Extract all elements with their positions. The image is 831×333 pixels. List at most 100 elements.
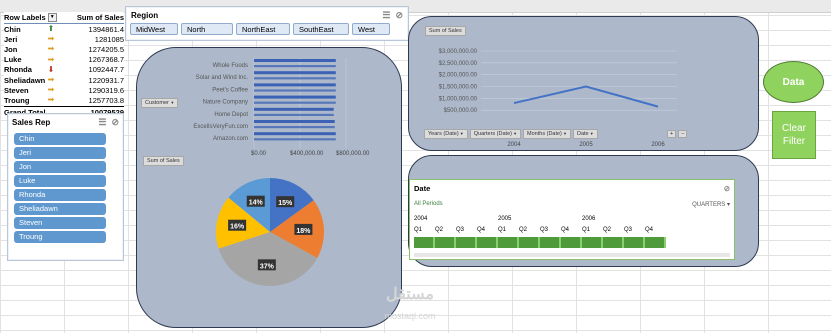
bar-category-label: Home Depot: [214, 112, 248, 118]
timeline-quarter[interactable]: Q2: [435, 227, 443, 233]
clear-filter-icon[interactable]: ⊘: [724, 184, 730, 193]
pivot-table: Row Labels ▼ Sum of Sales Chin ⬆ 1394861.4 J…: [4, 12, 124, 118]
date-timeline: Date ⊘ All Periods QUARTERS ▾ 2004 2005 200…: [409, 179, 735, 260]
bar: [254, 107, 334, 111]
sales-rep-slicer: Sales Rep ☰ ⊘ Chin Jeri Jon Luke Rhonda Shelia…: [7, 113, 124, 261]
sales-value: 1290319.6: [88, 85, 124, 95]
bar: [254, 77, 336, 80]
bar: [254, 113, 334, 116]
bar: [254, 59, 336, 62]
sales-value: 1274205.5: [88, 44, 124, 54]
down-arrow-icon: ⬇: [47, 64, 55, 74]
right-arrow-icon: ➡: [47, 44, 55, 54]
bar: [254, 83, 336, 87]
data-button[interactable]: Data: [763, 61, 824, 103]
bar-category-label: Whole Foods: [213, 63, 248, 69]
multi-select-icon[interactable]: ☰: [382, 10, 390, 21]
bar: [254, 120, 335, 123]
watermark-arabic: مستقل: [386, 286, 434, 303]
date-field-button[interactable]: Months (Date) ▼: [523, 129, 571, 139]
bar-x-tick: $0.00: [251, 151, 267, 157]
slicer-item-region[interactable]: SouthEast: [293, 23, 349, 35]
timeline-quarter[interactable]: Q1: [498, 227, 506, 233]
timeline-quarter[interactable]: Q1: [414, 227, 422, 233]
line-y-tick: $2,000,000.00: [439, 73, 478, 79]
row-labels-header: Row Labels: [4, 13, 46, 22]
date-field-button[interactable]: Years (Date) ▼: [424, 129, 468, 139]
pie-data-label: 14%: [249, 200, 264, 207]
expand-field-button[interactable]: +: [667, 130, 677, 138]
pie-data-label: 18%: [296, 228, 311, 235]
chevron-down-icon[interactable]: ▾: [727, 202, 730, 208]
bar-category-label: Solar and Wind Inc.: [196, 75, 249, 81]
table-row: Rhonda ⬇ 1092447.7: [4, 65, 124, 75]
watermark-latin: mostaql.com: [384, 311, 436, 321]
slicer-item-rep[interactable]: Steven: [14, 217, 106, 229]
rep-name: Troung: [4, 95, 30, 105]
rep-name: Luke: [4, 55, 22, 65]
date-field-button[interactable]: Quarters (Date) ▼: [469, 129, 522, 139]
pie-data-label: 37%: [260, 263, 275, 270]
filter-dropdown-icon[interactable]: ▼: [47, 13, 57, 22]
clear-filter-icon[interactable]: ⊘: [111, 117, 119, 128]
table-row: Steven ➡ 1290319.6: [4, 85, 124, 95]
right-arrow-icon: ➡: [47, 85, 55, 95]
bar-chart: Whole Foods Solar and Wind Inc. Peet's Cof…: [193, 58, 370, 157]
line-y-tick: $500,000.00: [444, 108, 478, 114]
right-arrow-icon: ➡: [47, 75, 55, 85]
rep-name: Jeri: [4, 34, 18, 44]
slicer-item-rep[interactable]: Jon: [14, 161, 106, 173]
line-x-tick: 2004: [507, 142, 521, 148]
sum-of-sales-header: Sum of Sales: [76, 13, 124, 22]
slicer-item-region[interactable]: West: [352, 23, 390, 35]
timeline-scrollbar[interactable]: [414, 253, 730, 257]
slicer-item-rep[interactable]: Jeri: [14, 147, 106, 159]
multi-select-icon[interactable]: ☰: [98, 117, 106, 128]
timeline-quarter[interactable]: Q4: [477, 227, 485, 233]
bar: [254, 138, 336, 141]
right-arrow-icon: ➡: [47, 95, 55, 105]
timeline-year: 2006: [582, 216, 596, 222]
timeline-quarter[interactable]: Q2: [519, 227, 527, 233]
slicer-item-rep[interactable]: Rhonda: [14, 189, 106, 201]
bar-category-label: Amazon.com: [213, 136, 248, 142]
sales-value: 1092447.7: [88, 65, 124, 75]
slicer-item-region[interactable]: North: [181, 23, 233, 35]
table-row: Luke ➡ 1267368.7: [4, 55, 124, 65]
bar: [254, 95, 336, 99]
bar: [254, 71, 336, 75]
slicer-item-rep[interactable]: Chin: [14, 133, 106, 145]
clear-filter-icon[interactable]: ⊘: [395, 10, 403, 21]
sales-value: 1257703.8: [88, 95, 124, 105]
pie-data-label: 16%: [230, 224, 245, 231]
slicer-item-region[interactable]: NorthEast: [236, 23, 290, 35]
timeline-quarter[interactable]: Q3: [456, 227, 464, 233]
line-y-tick: $2,500,000.00: [439, 61, 478, 67]
rep-name: Jon: [4, 44, 18, 54]
slicer-title: Region: [131, 11, 159, 20]
time-level-selector[interactable]: QUARTERS: [692, 202, 725, 208]
slicer-item-rep[interactable]: Sheliadawn: [14, 203, 106, 215]
timeline-quarter[interactable]: Q3: [540, 227, 548, 233]
pivot-header: Row Labels ▼ Sum of Sales: [4, 12, 124, 24]
timeline-quarter[interactable]: Q1: [582, 227, 590, 233]
timeline-quarter[interactable]: Q3: [624, 227, 632, 233]
collapse-field-button[interactable]: −: [678, 130, 688, 138]
slicer-item-region[interactable]: MidWest: [130, 23, 178, 35]
rep-name: Sheliadawn: [4, 75, 46, 85]
date-field-button[interactable]: Date ▼: [572, 129, 598, 139]
timeline-quarter[interactable]: Q4: [645, 227, 653, 233]
slicer-item-rep[interactable]: Luke: [14, 175, 106, 187]
clear-filter-button[interactable]: Clear Filter: [772, 111, 816, 159]
timeline-selection-bar[interactable]: [414, 237, 666, 248]
bar: [254, 101, 336, 104]
timeline-quarter[interactable]: Q2: [603, 227, 611, 233]
slicer-item-rep[interactable]: Troung: [14, 231, 106, 243]
all-periods-label: All Periods: [414, 201, 443, 207]
table-row: Jon ➡ 1274205.5: [4, 44, 124, 54]
bar: [254, 126, 335, 129]
bar: [254, 65, 336, 68]
line-y-tick: $1,000,000.00: [439, 96, 478, 102]
timeline-quarter[interactable]: Q4: [561, 227, 569, 233]
slicer-title: Sales Rep: [12, 118, 51, 127]
